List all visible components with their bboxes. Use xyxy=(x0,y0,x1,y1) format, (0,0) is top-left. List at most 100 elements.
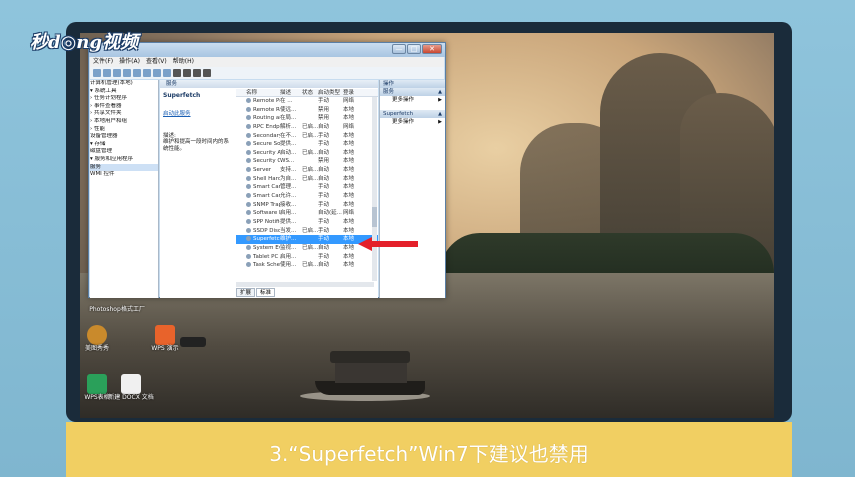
table-row[interactable]: RPC Endpoin...解析... 已启...自动 网络 xyxy=(236,123,378,132)
tree-item[interactable]: 服务 xyxy=(90,163,158,172)
column-header-logon[interactable]: 登录 xyxy=(343,89,363,96)
gear-icon xyxy=(246,141,251,147)
red-arrow-annotation xyxy=(358,237,418,251)
close-button[interactable]: ✕ xyxy=(422,44,442,54)
scrollbar-thumb[interactable] xyxy=(372,207,377,227)
service-logon: 本地 xyxy=(343,184,355,191)
column-header-description[interactable]: 描述 xyxy=(280,89,302,96)
navigation-tree[interactable]: 计算机管理(本地) ▾ 系统工具 › 任务计划程序 › 事件查看器 › 共享文件夹… xyxy=(90,80,159,298)
table-row[interactable]: SSDP Discov...当发... 已启...手动 本地 xyxy=(236,227,378,236)
actions-group-superfetch[interactable]: Superfetch ▲ xyxy=(380,110,445,118)
tree-item[interactable]: 计算机管理(本地) xyxy=(90,80,158,88)
service-startup-type: 手动 xyxy=(318,141,330,148)
service-description: 解析... xyxy=(280,123,297,130)
desktop-icon-meitu[interactable]: 美图秀秀 xyxy=(70,325,124,353)
actions-group-services[interactable]: 服务 ▲ xyxy=(380,88,445,96)
tree-item[interactable]: 设备管理器 xyxy=(90,133,158,141)
menu-help[interactable]: 帮助(H) xyxy=(173,57,194,67)
table-row[interactable]: Smart Card ...允许... 手动 本地 xyxy=(236,192,378,201)
stop-icon[interactable] xyxy=(183,69,191,77)
table-row-selected[interactable]: Superfetch维护...手动本地 xyxy=(236,235,378,244)
desktop-icon-blank[interactable] xyxy=(178,337,208,347)
properties-icon[interactable] xyxy=(163,69,171,77)
desktop-icon-format-factory[interactable]: 格式工厂 xyxy=(106,306,160,314)
tree-item[interactable]: WMI 控件 xyxy=(90,171,158,179)
vertical-scrollbar[interactable] xyxy=(372,97,377,281)
boat xyxy=(300,351,430,401)
table-row[interactable]: Security Acc...启动... 已启...自动 本地 xyxy=(236,149,378,158)
collapse-icon: ▲ xyxy=(438,89,442,95)
more-actions-services[interactable]: 更多操作 ▶ xyxy=(380,96,445,105)
refresh-icon[interactable] xyxy=(133,69,141,77)
up-icon[interactable] xyxy=(113,69,121,77)
tree-item[interactable]: › 任务计划程序 xyxy=(90,95,158,103)
tab-extended[interactable]: 扩展 xyxy=(236,288,256,297)
menu-action[interactable]: 操作(A) xyxy=(119,57,140,67)
maximize-button[interactable]: □ xyxy=(407,44,421,54)
table-row[interactable]: Secondary L...在不... 已启...手动 本地 xyxy=(236,132,378,141)
service-status: 已启... xyxy=(302,149,318,156)
desktop-icon-new-docx[interactable]: 新建 DOCX 文档 xyxy=(104,374,158,402)
horizontal-scrollbar[interactable] xyxy=(236,282,374,287)
help-icon[interactable] xyxy=(153,69,161,77)
service-logon: 网络 xyxy=(343,123,355,130)
table-row[interactable]: Task Schedul...使用... 已启...自动 本地 xyxy=(236,261,378,270)
service-description: WS... xyxy=(280,158,295,165)
start-service-link[interactable]: 启动此服务 xyxy=(163,109,232,117)
table-row[interactable]: System Even...监视...已启...自动本地 xyxy=(236,244,378,253)
service-name: Smart Card xyxy=(236,183,280,192)
forward-icon[interactable] xyxy=(103,69,111,77)
back-icon[interactable] xyxy=(93,69,101,77)
restart-icon[interactable] xyxy=(203,69,211,77)
service-logon: 网络 xyxy=(343,210,355,217)
show-hide-tree-icon[interactable] xyxy=(123,69,131,77)
window-thumbnail-icon xyxy=(180,337,206,347)
tree-item[interactable]: › 性能 xyxy=(90,126,158,134)
table-row[interactable]: Secure Sock...提供... 手动 本地 xyxy=(236,140,378,149)
service-name: Server xyxy=(236,166,280,175)
pause-icon[interactable] xyxy=(193,69,201,77)
table-row[interactable]: SPP Notificat...提供... 手动 本地 xyxy=(236,218,378,227)
tree-item[interactable]: › 共享文件夹 xyxy=(90,110,158,118)
service-name-text: RPC Endpoin... xyxy=(253,123,280,130)
computer-management-window[interactable]: — □ ✕ 文件(F) 操作(A) 查看(V) 帮助(H) 计算机管理(本地) ▾… xyxy=(88,42,446,298)
service-startup-type: 自动 xyxy=(318,262,330,269)
description-text: 维护和提高一段时间内的系统性能。 xyxy=(163,139,230,152)
table-row[interactable]: Remote Reg...使远... 禁用 本地 xyxy=(236,106,378,115)
tab-standard[interactable]: 标准 xyxy=(256,288,276,297)
service-name: Secure Sock... xyxy=(236,140,280,149)
services-list[interactable]: 名称 描述 状态 启动类型 登录 Remote Pro...在 ...手动网络R… xyxy=(236,89,378,286)
more-actions-label: 更多操作 xyxy=(392,119,415,125)
table-row[interactable]: Routing and ...在局... 禁用 本地 xyxy=(236,114,378,123)
tree-item[interactable]: ▾ 服务和应用程序 xyxy=(90,156,158,164)
table-row[interactable]: Security Cen...WS... 禁用 本地 xyxy=(236,157,378,166)
service-status: 已启... xyxy=(302,262,318,269)
column-header-name[interactable]: 名称 xyxy=(236,89,280,96)
tree-item[interactable]: ▾ 存储 xyxy=(90,141,158,149)
table-row[interactable]: Tablet PC In...启用... 手动 本地 xyxy=(236,253,378,262)
service-name: Remote Reg... xyxy=(236,106,280,115)
gear-icon xyxy=(246,210,251,216)
tree-item[interactable]: ▾ 系统工具 xyxy=(90,88,158,96)
more-actions-superfetch[interactable]: 更多操作 ▶ xyxy=(380,118,445,127)
column-header-startup-type[interactable]: 启动类型 xyxy=(318,89,343,96)
tree-item[interactable]: › 事件查看器 xyxy=(90,103,158,111)
table-row[interactable]: SNMP Trap 接收... 手动 本地 xyxy=(236,201,378,210)
menu-view[interactable]: 查看(V) xyxy=(146,57,167,67)
column-header-status[interactable]: 状态 xyxy=(302,89,318,96)
service-status xyxy=(302,106,318,115)
tree-item[interactable]: 磁盘管理 xyxy=(90,148,158,156)
menu-file[interactable]: 文件(F) xyxy=(93,57,113,67)
tree-item[interactable]: › 本地用户和组 xyxy=(90,118,158,126)
table-row[interactable]: Remote Pro...在 ... 手动 网络 xyxy=(236,97,378,106)
service-description: 监视... xyxy=(280,244,297,251)
table-row[interactable]: Shell Hardw...为自... 已启...自动 本地 xyxy=(236,175,378,184)
service-startup-type: 手动 xyxy=(318,132,330,139)
export-icon[interactable] xyxy=(143,69,151,77)
window-titlebar[interactable]: — □ ✕ xyxy=(89,43,445,57)
table-row[interactable]: Software Pro...启用... 自动(延...网络 xyxy=(236,209,378,218)
table-row[interactable]: Server 支持... 已启... 自动 本地 xyxy=(236,166,378,175)
table-row[interactable]: Smart Card管理... 手动 本地 xyxy=(236,183,378,192)
play-icon[interactable] xyxy=(173,69,181,77)
minimize-button[interactable]: — xyxy=(392,44,406,54)
